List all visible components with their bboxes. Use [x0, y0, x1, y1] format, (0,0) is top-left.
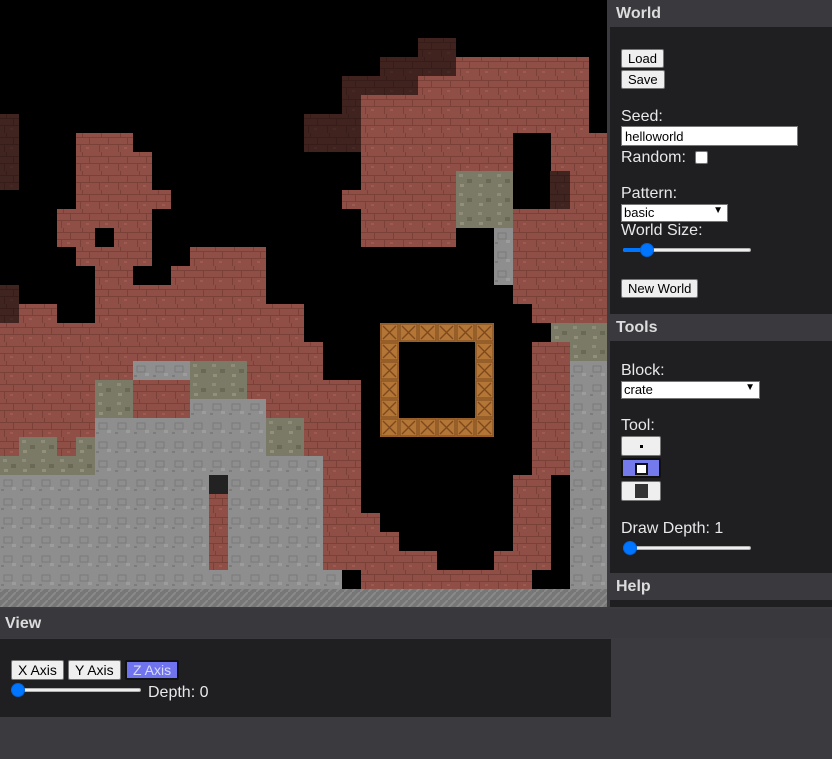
depth-track [11, 688, 141, 692]
random-checkbox[interactable] [695, 151, 708, 164]
world-canvas[interactable] [0, 0, 607, 607]
help-heading[interactable]: Help [610, 573, 832, 600]
chevron-down-icon: ▼ [745, 382, 755, 393]
block-label: Block: [621, 362, 665, 379]
dot-icon [640, 445, 643, 448]
view-panel: X Axis Y Axis Z Axis Depth: 0 [0, 639, 611, 717]
draw-depth-knob[interactable] [623, 541, 637, 555]
world-size-label: World Size: [621, 222, 703, 239]
side-panel: World Load Save Seed: Random: Pattern: b… [610, 0, 832, 607]
depth-knob[interactable] [11, 683, 25, 697]
block-select-value: crate [624, 382, 653, 397]
hollow-square-icon [635, 463, 648, 475]
tool-hollow-square-button[interactable] [621, 458, 661, 478]
filled-square-icon [635, 484, 648, 498]
draw-depth-track [623, 546, 751, 550]
view-heading: View [0, 609, 832, 638]
tool-dot-button[interactable] [621, 436, 661, 456]
world-size-knob[interactable] [640, 243, 654, 257]
load-button[interactable]: Load [621, 49, 664, 68]
world-size-slider[interactable] [623, 240, 751, 260]
world-heading: World [610, 0, 832, 27]
world-viewport[interactable] [0, 0, 607, 607]
seed-input[interactable] [621, 126, 798, 146]
random-label: Random: [621, 149, 686, 166]
z-axis-button[interactable]: Z Axis [125, 660, 180, 680]
pattern-select[interactable]: basic ▼ [621, 204, 728, 222]
tools-heading: Tools [610, 314, 832, 341]
terrain-layer [0, 0, 607, 607]
pattern-label: Pattern: [621, 185, 678, 202]
y-axis-button[interactable]: Y Axis [68, 660, 121, 680]
floor-strip [0, 589, 607, 607]
tool-filled-square-button[interactable] [621, 481, 661, 501]
draw-depth-label: Draw Depth: 1 [621, 520, 724, 537]
tool-label: Tool: [621, 417, 655, 434]
new-world-button[interactable]: New World [621, 279, 699, 298]
save-button[interactable]: Save [621, 70, 665, 89]
pattern-select-value: basic [624, 205, 655, 220]
depth-label: Depth: 0 [148, 684, 209, 701]
chevron-down-icon: ▼ [713, 205, 723, 216]
draw-depth-slider[interactable] [623, 538, 751, 558]
x-axis-button[interactable]: X Axis [11, 660, 64, 680]
depth-slider[interactable] [11, 680, 141, 700]
block-select[interactable]: crate ▼ [621, 381, 760, 399]
seed-label: Seed: [621, 108, 663, 125]
